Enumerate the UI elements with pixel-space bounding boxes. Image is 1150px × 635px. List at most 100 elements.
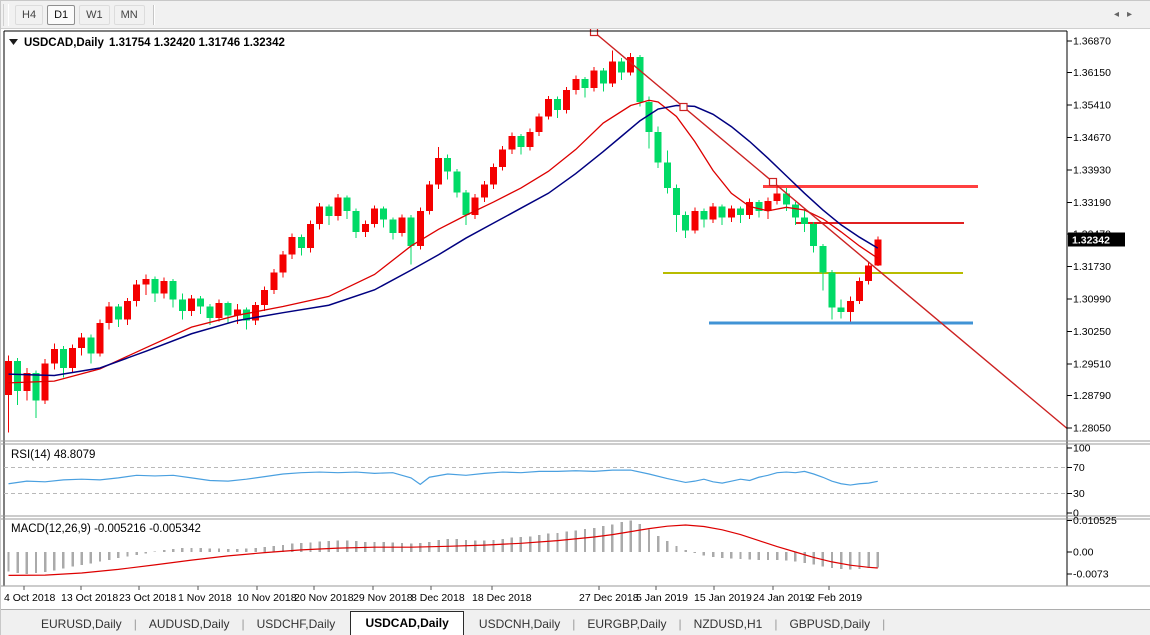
tab-separator: | — [882, 613, 885, 635]
bear-candle — [170, 281, 177, 299]
bear-candle — [664, 163, 671, 188]
bull-candle — [78, 337, 85, 348]
bear-candle — [719, 206, 726, 217]
ma-fast-line — [9, 100, 878, 383]
bull-candle — [435, 158, 442, 184]
bull-candle — [545, 99, 552, 117]
bear-candle — [581, 79, 588, 88]
price-axis-label: 1.28790 — [1073, 390, 1111, 402]
tabs-scroll-left-icon[interactable]: ◂ — [1114, 9, 1127, 20]
descending-trendline[interactable] — [594, 32, 1067, 428]
bear-candle — [197, 299, 204, 307]
bear-candle — [87, 337, 94, 353]
bear-candle — [554, 99, 561, 110]
rsi-line — [9, 470, 878, 485]
rsi-axis-label: 70 — [1073, 462, 1085, 474]
chart-tabbar: EURUSD,Daily|AUDUSD,Daily|USDCHF,Daily|U… — [1, 609, 1150, 635]
chart-pane: 1.368701.361501.354101.346701.339301.331… — [1, 29, 1150, 609]
bear-candle — [453, 171, 460, 192]
bull-candle — [865, 266, 872, 281]
bull-candle — [69, 348, 76, 368]
tab-scroll-arrows: ◂▸ — [1114, 9, 1140, 20]
trendline-anchor-2[interactable] — [770, 179, 777, 186]
tabs-scroll-right-icon[interactable]: ▸ — [1127, 9, 1140, 20]
bull-candle — [764, 201, 771, 211]
timeframe-d1-button[interactable]: D1 — [47, 5, 75, 25]
bear-candle — [444, 158, 451, 171]
toolbar-grip[interactable] — [3, 4, 9, 26]
tab-usdchf[interactable]: USDCHF,Daily — [245, 613, 348, 635]
bull-candle — [563, 90, 570, 110]
bull-candle — [133, 285, 140, 301]
date-axis-label: 24 Jan 2019 — [753, 592, 811, 604]
price-axis-label: 1.36150 — [1073, 67, 1111, 79]
chart-ohlc-values: 1.31754 1.32420 1.31746 1.32342 — [109, 37, 285, 49]
bear-candle — [225, 303, 232, 315]
bull-candle — [371, 209, 378, 224]
bull-candle — [572, 79, 579, 90]
rsi-label: RSI(14) 48.8079 — [11, 449, 95, 461]
bear-candle — [298, 237, 305, 248]
bear-candle — [801, 217, 808, 224]
bull-candle — [527, 132, 534, 147]
tab-usdcad[interactable]: USDCAD,Daily — [350, 611, 463, 635]
bear-candle — [344, 198, 351, 211]
rsi-axis-label: 30 — [1073, 488, 1085, 500]
date-axis-label: 20 Nov 2018 — [294, 592, 354, 604]
bull-candle — [124, 301, 131, 320]
bear-candle — [517, 136, 524, 147]
bull-candle — [490, 167, 497, 185]
date-axis-label: 23 Oct 2018 — [119, 592, 176, 604]
bull-candle — [499, 149, 506, 167]
bull-candle — [710, 206, 717, 219]
trendline-anchor-1[interactable] — [680, 104, 687, 111]
bull-candle — [280, 255, 287, 273]
timeframe-h4-button[interactable]: H4 — [15, 5, 43, 25]
bull-candle — [728, 209, 735, 218]
bull-candle — [5, 361, 12, 395]
toolbar-separator — [153, 5, 154, 25]
tab-gbpusd[interactable]: GBPUSD,Daily — [777, 613, 882, 635]
bear-candle — [353, 211, 360, 232]
bull-candle — [316, 206, 323, 224]
tab-audusd[interactable]: AUDUSD,Daily — [137, 613, 242, 635]
bull-candle — [289, 237, 296, 255]
bull-candle — [508, 136, 515, 149]
current-price-value: 1.32342 — [1072, 235, 1110, 247]
timeframe-w1-button[interactable]: W1 — [79, 5, 110, 25]
symbol-dropdown-icon[interactable] — [9, 39, 18, 45]
tab-usdcnh[interactable]: USDCNH,Daily — [467, 613, 572, 635]
bull-candle — [426, 185, 433, 211]
timeframe-toolbar: H4 D1 W1 MN — [1, 1, 1150, 29]
bull-candle — [188, 299, 195, 311]
tab-eurgbp[interactable]: EURGBP,Daily — [575, 613, 678, 635]
bear-candle — [151, 279, 158, 293]
bull-candle — [398, 217, 405, 232]
bull-candle — [774, 193, 781, 201]
bear-candle — [32, 373, 39, 400]
bear-candle — [682, 215, 689, 230]
date-axis-label: 27 Dec 2018 — [579, 592, 639, 604]
bull-candle — [106, 307, 113, 323]
bear-candle — [179, 300, 186, 311]
bull-candle — [261, 290, 268, 305]
price-axis-label: 1.28050 — [1073, 423, 1111, 435]
terminal-window: H4 D1 W1 MN 1.368701.361501.354101.34670… — [0, 0, 1150, 635]
bull-candle — [362, 224, 369, 232]
date-axis-label: 8 Dec 2018 — [411, 592, 465, 604]
tab-eurusd[interactable]: EURUSD,Daily — [29, 613, 134, 635]
bull-candle — [591, 70, 598, 88]
price-axis-label: 1.31730 — [1073, 261, 1111, 273]
timeframe-mn-button[interactable]: MN — [114, 5, 145, 25]
bear-candle — [673, 188, 680, 215]
macd-axis-label: 0.010525 — [1073, 515, 1117, 527]
bear-candle — [380, 209, 387, 220]
bull-candle — [270, 272, 277, 290]
bull-candle — [856, 281, 863, 301]
tab-nzdusd[interactable]: NZDUSD,H1 — [682, 613, 775, 635]
trendline-anchor-0[interactable] — [591, 29, 598, 36]
date-axis-label: 4 Oct 2018 — [4, 592, 56, 604]
price-chart-canvas[interactable]: 1.368701.361501.354101.346701.339301.331… — [1, 29, 1150, 609]
chart-title: USDCAD,Daily — [24, 37, 104, 49]
date-axis-label: 15 Jan 2019 — [694, 592, 752, 604]
